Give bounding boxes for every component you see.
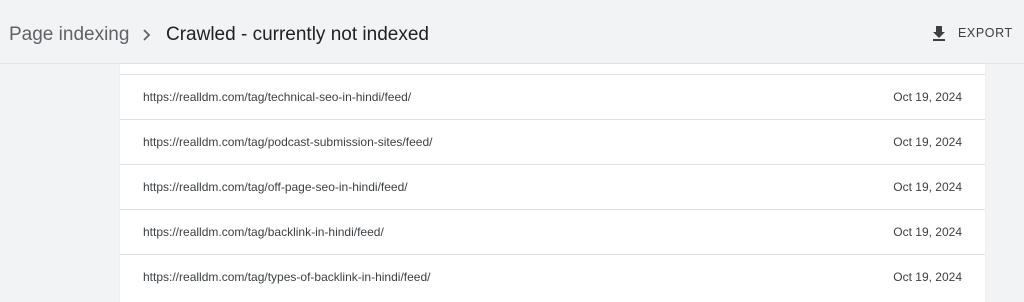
export-label: EXPORT <box>958 26 1013 40</box>
row-url: https://realldm.com/tag/backlink-in-hind… <box>143 225 384 239</box>
page-title: Crawled - currently not indexed <box>166 24 429 45</box>
row-url: https://realldm.com/tag/podcast-submissi… <box>143 135 433 149</box>
page-header: Page indexing Crawled - currently not in… <box>0 0 1024 64</box>
row-url: https://realldm.com/tag/technical-seo-in… <box>143 90 412 104</box>
export-button[interactable]: EXPORT <box>924 17 1016 49</box>
table-row[interactable]: https://realldm.com/tag/off-page-seo-in-… <box>120 164 985 209</box>
row-date: Oct 19, 2024 <box>893 90 962 104</box>
row-date: Oct 19, 2024 <box>893 225 962 239</box>
url-table: https://realldm.com/tag/technical-seo-in… <box>120 64 985 302</box>
table-row[interactable]: https://realldm.com/tag/technical-seo-in… <box>120 74 985 119</box>
row-date: Oct 19, 2024 <box>893 270 962 284</box>
breadcrumb-page-indexing[interactable]: Page indexing <box>9 22 129 48</box>
row-date: Oct 19, 2024 <box>893 135 962 149</box>
row-url: https://realldm.com/tag/types-of-backlin… <box>143 270 431 284</box>
row-url: https://realldm.com/tag/off-page-seo-in-… <box>143 180 408 194</box>
table-row[interactable]: https://realldm.com/tag/types-of-backlin… <box>120 254 985 299</box>
table-row[interactable]: https://realldm.com/tag/podcast-submissi… <box>120 119 985 164</box>
row-date: Oct 19, 2024 <box>893 180 962 194</box>
table-row[interactable]: https://realldm.com/tag/backlink-in-hind… <box>120 209 985 254</box>
chevron-right-icon <box>143 29 151 41</box>
download-icon <box>933 26 945 41</box>
